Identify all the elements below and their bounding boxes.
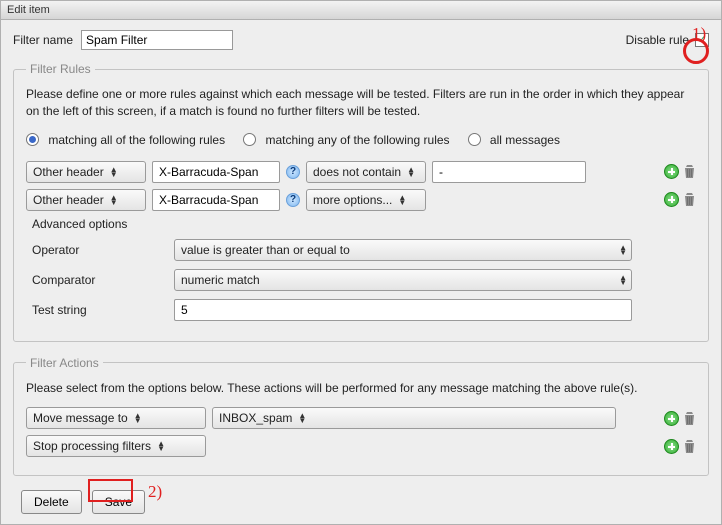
add-action-button[interactable]: [664, 439, 679, 454]
operator-select[interactable]: value is greater than or equal to: [174, 239, 632, 261]
add-rule-button[interactable]: [664, 164, 679, 179]
operator-label: Operator: [32, 243, 174, 257]
window-title: Edit item: [1, 1, 721, 20]
action-target-value: INBOX_spam: [219, 411, 292, 425]
add-action-button[interactable]: [664, 411, 679, 426]
rule-field-value: Other header: [33, 193, 104, 207]
rule-value-input[interactable]: [432, 161, 586, 183]
comparator-label: Comparator: [32, 273, 174, 287]
match-any-option[interactable]: matching any of the following rules: [243, 133, 449, 147]
action-target-select[interactable]: INBOX_spam: [212, 407, 616, 429]
delete-rule-button[interactable]: [683, 192, 696, 207]
action-row: Move message to INBOX_spam: [26, 407, 696, 429]
disable-rule-label: Disable rule: [626, 33, 689, 47]
filter-name-label: Filter name: [13, 33, 73, 47]
comparator-select[interactable]: numeric match: [174, 269, 632, 291]
disable-rule-checkbox[interactable]: [695, 33, 709, 47]
filter-name-input[interactable]: [81, 30, 233, 50]
rule-field-value: Other header: [33, 165, 104, 179]
match-all-label: matching all of the following rules: [48, 133, 225, 147]
add-rule-button[interactable]: [664, 192, 679, 207]
advanced-options-heading: Advanced options: [32, 217, 696, 231]
filter-actions-legend: Filter Actions: [26, 356, 103, 370]
radio-icon: [468, 133, 481, 146]
save-button[interactable]: Save: [92, 490, 145, 514]
filter-actions-fieldset: Filter Actions Please select from the op…: [13, 356, 709, 476]
rule-header-input[interactable]: [152, 161, 280, 183]
match-any-label: matching any of the following rules: [265, 133, 449, 147]
edit-item-window: Edit item Filter name Disable rule Filte…: [0, 0, 722, 525]
rule-operator-value: does not contain: [313, 165, 401, 179]
match-allmsgs-option[interactable]: all messages: [468, 133, 560, 147]
rule-field-select[interactable]: Other header: [26, 161, 146, 183]
rule-row: Other header more options...: [26, 189, 696, 211]
action-row: Stop processing filters: [26, 435, 696, 457]
delete-rule-button[interactable]: [683, 164, 696, 179]
operator-value: value is greater than or equal to: [181, 243, 350, 257]
rule-operator-select[interactable]: does not contain: [306, 161, 426, 183]
filter-rules-legend: Filter Rules: [26, 62, 95, 76]
action-value: Stop processing filters: [33, 439, 151, 453]
test-string-input[interactable]: [174, 299, 632, 321]
help-icon[interactable]: [286, 165, 300, 179]
action-select[interactable]: Move message to: [26, 407, 206, 429]
filter-actions-description: Please select from the options below. Th…: [26, 380, 696, 397]
rule-operator-value: more options...: [313, 193, 392, 207]
match-allmsgs-label: all messages: [490, 133, 560, 147]
help-icon[interactable]: [286, 193, 300, 207]
radio-icon: [243, 133, 256, 146]
delete-button[interactable]: Delete: [21, 490, 82, 514]
delete-action-button[interactable]: [683, 411, 696, 426]
rule-field-select[interactable]: Other header: [26, 189, 146, 211]
delete-action-button[interactable]: [683, 439, 696, 454]
comparator-value: numeric match: [181, 273, 260, 287]
test-string-label: Test string: [32, 303, 174, 317]
rule-row: Other header does not contain: [26, 161, 696, 183]
rule-header-input[interactable]: [152, 189, 280, 211]
action-select[interactable]: Stop processing filters: [26, 435, 206, 457]
match-all-option[interactable]: matching all of the following rules: [26, 133, 225, 147]
filter-rules-description: Please define one or more rules against …: [26, 86, 696, 121]
rule-operator-select[interactable]: more options...: [306, 189, 426, 211]
filter-rules-fieldset: Filter Rules Please define one or more r…: [13, 62, 709, 342]
action-value: Move message to: [33, 411, 128, 425]
radio-icon: [26, 133, 39, 146]
